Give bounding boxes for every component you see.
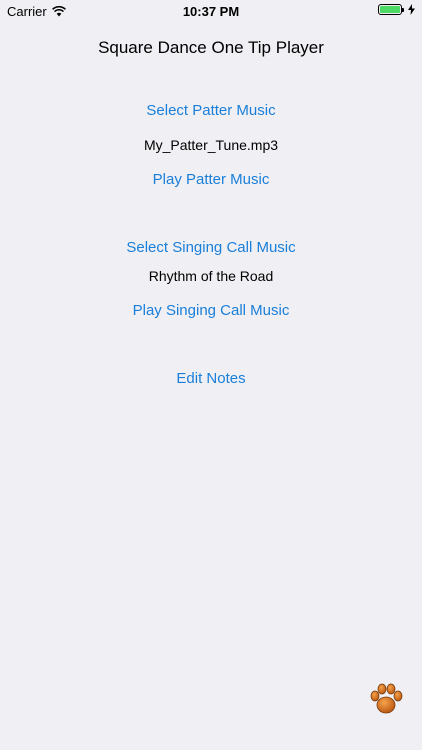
singing-call-song-name: Rhythm of the Road [148,268,274,284]
patter-file-name: My_Patter_Tune.mp3 [143,137,279,153]
battery-icon [378,4,404,15]
play-patter-music-button[interactable]: Play Patter Music [0,171,422,188]
battery-fill [380,6,400,13]
select-patter-music-button[interactable]: Select Patter Music [0,102,422,119]
select-singing-call-music-button[interactable]: Select Singing Call Music [0,239,422,256]
charging-bolt-icon [408,4,415,15]
play-singing-call-music-button[interactable]: Play Singing Call Music [0,302,422,319]
paw-icon[interactable] [368,682,404,716]
status-right [378,4,415,15]
edit-notes-button[interactable]: Edit Notes [0,370,422,387]
page-title: Square Dance One Tip Player [98,38,324,57]
status-bar: Carrier 10:37 PM [0,0,422,22]
status-time: 10:37 PM [182,4,240,19]
